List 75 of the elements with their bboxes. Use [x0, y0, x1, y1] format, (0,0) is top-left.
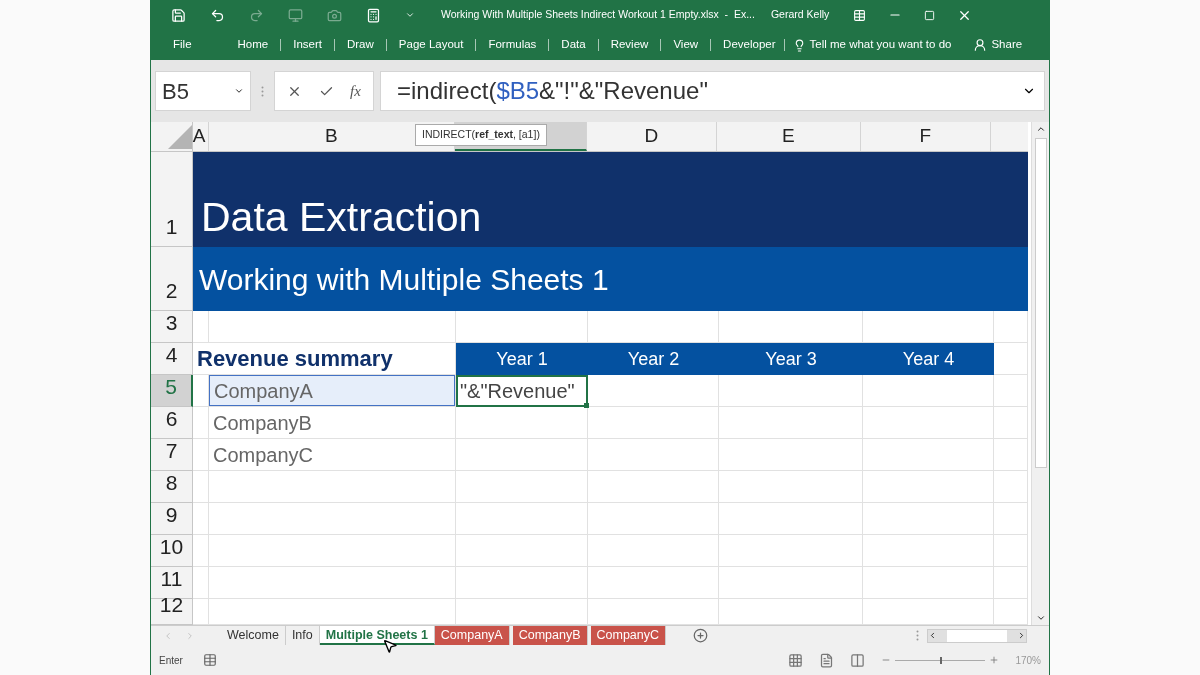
row-header[interactable]: 9 — [151, 503, 193, 535]
column-header[interactable]: A — [192, 122, 209, 151]
column-heading: Year 3 — [765, 347, 817, 371]
row-header[interactable]: 5 — [151, 375, 193, 407]
sheet-tab[interactable]: CompanyA — [434, 626, 510, 645]
page-layout-icon[interactable] — [819, 652, 835, 668]
scroll-right-icon[interactable] — [1017, 631, 1026, 640]
sheet-title: Data Extraction — [201, 192, 482, 242]
ribbon-tab[interactable]: Draw — [347, 36, 374, 54]
row-header[interactable]: 7 — [151, 439, 193, 471]
horizontal-scrollbar[interactable] — [927, 628, 1027, 643]
scroll-left-icon[interactable] — [928, 631, 937, 640]
column-header[interactable]: F — [860, 122, 992, 151]
row-header[interactable]: 10 — [151, 535, 193, 567]
add-sheet-icon[interactable] — [693, 628, 709, 643]
zoom-in-icon[interactable] — [989, 655, 1000, 665]
sheet-tab[interactable]: CompanyC — [590, 626, 667, 645]
sheet-subtitle: Working with Multiple Sheets 1 — [199, 261, 609, 298]
ribbon-tab[interactable]: Developer — [723, 36, 776, 54]
table-cell[interactable]: CompanyA — [209, 375, 455, 406]
formula-field[interactable]: =indirect($B5&"!"&"Revenue" — [380, 71, 1045, 111]
column-heading: Year 2 — [627, 347, 680, 371]
previous-sheet-icon[interactable] — [163, 630, 173, 641]
ribbon-tab[interactable]: Home — [237, 36, 269, 54]
calculator-icon[interactable] — [366, 7, 381, 23]
ribbon-tab[interactable]: Data — [561, 36, 586, 54]
scroll-up-icon[interactable] — [1035, 124, 1046, 134]
person-icon — [973, 38, 988, 52]
next-sheet-icon[interactable] — [185, 630, 195, 641]
row-header[interactable]: 4 — [151, 343, 193, 375]
page-break-icon[interactable] — [850, 652, 866, 668]
ribbon-tab[interactable]: View — [673, 36, 699, 54]
caret-icon[interactable] — [405, 10, 415, 20]
caret-icon[interactable] — [234, 86, 244, 96]
row-header[interactable]: 12 — [151, 599, 193, 625]
ribbon-tab[interactable]: File — [173, 36, 192, 54]
row-header[interactable]: 8 — [151, 471, 193, 503]
table-cell[interactable]: CompanyC — [209, 439, 455, 470]
mouse-pointer-icon — [382, 638, 398, 654]
row-header[interactable]: 3 — [151, 311, 193, 343]
column-header[interactable]: D — [586, 122, 718, 151]
row-header[interactable]: 6 — [151, 407, 193, 439]
name-box[interactable]: B5 — [155, 71, 251, 111]
row-header[interactable]: 1 — [151, 152, 193, 247]
grip-icon[interactable] — [261, 85, 264, 97]
column-heading: Year 4 — [902, 347, 955, 371]
window-title: Working With Multiple Sheets Indirect Workout 1 Empty.xlsx - Ex... — [441, 7, 755, 23]
sheet-tab[interactable]: Multiple Sheets 1 — [319, 626, 435, 645]
select-all-icon[interactable] — [167, 125, 192, 149]
grip-icon[interactable] — [916, 630, 919, 641]
active-cell[interactable]: "&"Revenue" — [456, 375, 588, 407]
column-heading: Year 1 — [496, 347, 548, 371]
maximize-icon[interactable] — [924, 9, 936, 21]
ribbon-tab[interactable]: Insert — [293, 36, 322, 54]
ribbon-tab[interactable]: Formulas — [488, 36, 537, 54]
column-header[interactable]: E — [717, 122, 861, 151]
zoom-thumb[interactable] — [940, 656, 943, 664]
insert-function-button[interactable]: fx — [349, 79, 361, 103]
function-tooltip: INDIRECT(ref_text, [a1]) — [415, 124, 547, 146]
tell-me-field[interactable]: Tell me what you want to do — [809, 36, 952, 54]
save-icon[interactable] — [171, 7, 186, 23]
sheet-tab[interactable]: CompanyB — [512, 626, 588, 645]
undo-icon[interactable] — [210, 7, 225, 23]
vertical-scrollbar[interactable] — [1031, 122, 1049, 625]
scroll-down-icon[interactable] — [1035, 613, 1046, 623]
row-header[interactable]: 2 — [151, 247, 193, 311]
ribbon-tab[interactable]: Review — [610, 36, 649, 54]
table-heading: Revenue summary — [196, 345, 393, 373]
row-header[interactable]: 11 — [151, 567, 193, 599]
table-cell[interactable]: CompanyB — [209, 407, 455, 438]
status-mode: Enter — [159, 653, 183, 668]
normal-view-icon[interactable] — [788, 652, 804, 668]
ribbon-tab[interactable]: Page Layout — [398, 36, 464, 54]
user-name[interactable]: Gerard Kelly — [770, 7, 830, 23]
share-button[interactable]: Share — [991, 36, 1023, 54]
